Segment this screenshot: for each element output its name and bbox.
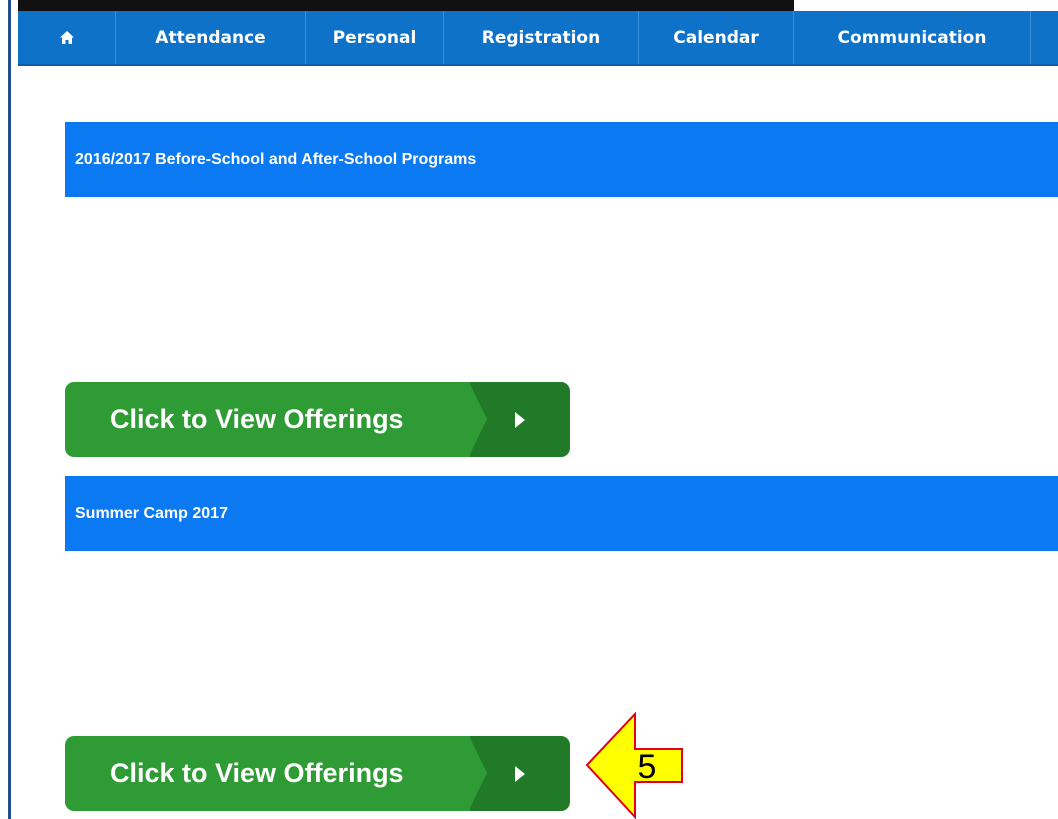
view-offerings-label: Click to View Offerings	[110, 758, 404, 788]
view-offerings-arrow-area[interactable]	[469, 736, 570, 811]
view-offerings-label: Click to View Offerings	[110, 404, 404, 434]
home-icon	[59, 31, 74, 44]
section-header-before-after-school: 2016/2017 Before-School and After-School…	[65, 122, 1058, 197]
view-offerings-button[interactable]: Click to View Offerings	[65, 382, 570, 457]
view-offerings-button[interactable]: Click to View Offerings	[65, 736, 570, 811]
nav-calendar-label: Calendar	[673, 27, 759, 48]
page: Attendance Personal Registration Calenda…	[0, 0, 1058, 819]
play-arrow-icon	[515, 411, 525, 428]
section-title: 2016/2017 Before-School and After-School…	[75, 150, 477, 168]
nav-registration-label: Registration	[481, 27, 601, 48]
nav-home[interactable]	[18, 11, 116, 64]
play-arrow-icon	[515, 765, 525, 782]
main-navbar: Attendance Personal Registration Calenda…	[18, 11, 1058, 66]
view-offerings-label-area[interactable]: Click to View Offerings	[65, 736, 470, 811]
nav-attendance[interactable]: Attendance	[116, 11, 306, 64]
nav-communication-label: Communication	[837, 27, 987, 48]
nav-registration[interactable]: Registration	[444, 11, 639, 64]
step-callout-arrow: 5	[585, 712, 683, 819]
nav-more[interactable]	[1031, 11, 1058, 64]
left-border	[8, 0, 11, 819]
section-header-summer-camp: Summer Camp 2017	[65, 476, 1058, 551]
section-title: Summer Camp 2017	[75, 504, 228, 522]
nav-attendance-label: Attendance	[155, 27, 266, 48]
nav-calendar[interactable]: Calendar	[639, 11, 794, 64]
nav-communication[interactable]: Communication	[794, 11, 1031, 64]
nav-personal-label: Personal	[332, 27, 417, 48]
nav-personal[interactable]: Personal	[306, 11, 444, 64]
view-offerings-label-area[interactable]: Click to View Offerings	[65, 382, 470, 457]
callout-arrow-shape	[585, 712, 683, 819]
callout-number: 5	[638, 748, 657, 786]
view-offerings-arrow-area[interactable]	[469, 382, 570, 457]
top-bar	[18, 0, 794, 11]
